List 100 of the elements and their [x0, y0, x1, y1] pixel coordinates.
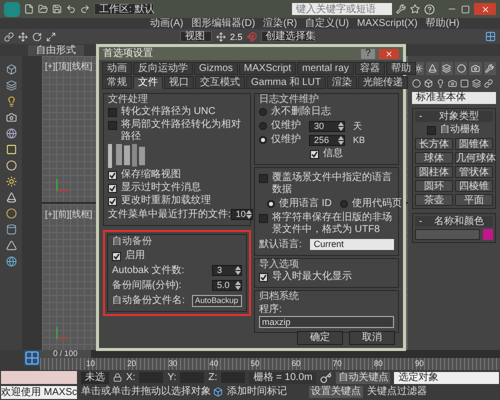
circle-icon[interactable]: [6, 208, 16, 219]
star-icon[interactable]: [410, 4, 420, 14]
close-button[interactable]: [379, 48, 399, 58]
object-button[interactable]: 几何球体: [455, 152, 493, 164]
checkbox[interactable]: [108, 108, 117, 117]
dialog-button[interactable]: 取消: [349, 331, 395, 345]
name-field[interactable]: [415, 229, 480, 240]
close-button[interactable]: [474, 3, 496, 15]
menu-item[interactable]: MAXScript(X): [357, 18, 418, 29]
close-icon[interactable]: [385, 50, 393, 58]
tab[interactable]: Gizmos: [194, 62, 238, 75]
viewport-label[interactable]: [+][前][线框]: [45, 209, 92, 219]
filename-field[interactable]: AutoBackup: [192, 294, 242, 306]
key-icon[interactable]: [320, 372, 332, 384]
checkbox[interactable]: [108, 121, 117, 130]
spinner-field[interactable]: 3: [212, 265, 242, 276]
move-icon[interactable]: [216, 32, 226, 42]
box-icon[interactable]: [6, 64, 16, 75]
scale-icon[interactable]: [46, 32, 56, 42]
object-button[interactable]: 平面: [455, 194, 493, 206]
selection-set-dropdown[interactable]: 创建选择集: [260, 31, 315, 42]
ribbon-tab[interactable]: 自由形式: [28, 45, 84, 56]
viewport-layout-icon[interactable]: [24, 350, 40, 366]
object-button[interactable]: 茶壶: [415, 194, 453, 206]
square-icon[interactable]: [460, 79, 469, 88]
radio-button[interactable]: [259, 136, 267, 144]
checkbox[interactable]: [427, 126, 436, 135]
lightbulb-icon[interactable]: [6, 96, 16, 107]
maxscript-listener-field[interactable]: [1, 371, 77, 384]
undo-icon[interactable]: [66, 4, 76, 14]
redo-icon[interactable]: [80, 4, 90, 14]
camera-icon[interactable]: [469, 62, 482, 75]
menu-item[interactable]: 渲染(R): [263, 18, 298, 29]
tab[interactable]: 光能传递: [358, 76, 408, 89]
box-icon[interactable]: [424, 79, 433, 88]
lock-icon[interactable]: [113, 373, 122, 382]
tab[interactable]: 交互模式: [195, 76, 245, 89]
time-slider[interactable]: 0 / 100: [40, 350, 91, 358]
wrench-icon[interactable]: [396, 4, 406, 14]
language-dropdown[interactable]: Current: [310, 239, 394, 250]
layers-icon[interactable]: [6, 80, 16, 91]
selected-dropdown[interactable]: 选定对象: [394, 372, 499, 384]
program-field[interactable]: maxzip: [259, 316, 394, 328]
layers-icon[interactable]: [440, 62, 453, 75]
tab[interactable]: 视口: [164, 76, 194, 89]
spinner-field[interactable]: 10: [230, 209, 253, 220]
tab[interactable]: 文件: [133, 76, 163, 89]
radio-button[interactable]: [340, 200, 348, 208]
tab[interactable]: 渲染: [327, 76, 358, 89]
move-icon[interactable]: [18, 32, 28, 42]
menu-item[interactable]: 动画(A): [150, 18, 184, 29]
box-icon[interactable]: [213, 387, 223, 398]
maximize-icon[interactable]: [461, 4, 470, 14]
help-icon[interactable]: [424, 4, 435, 14]
circle-icon[interactable]: [412, 79, 421, 88]
workspace-dropdown[interactable]: 工作区: 默认: [94, 3, 154, 15]
object-button[interactable]: 四棱锥: [455, 180, 493, 192]
object-button[interactable]: 圆环: [415, 180, 453, 192]
spinner-arrows-icon[interactable]: [235, 281, 241, 290]
menu-item[interactable]: 帮助(H): [426, 18, 460, 29]
checkbox[interactable]: [108, 184, 117, 193]
checkbox[interactable]: [310, 150, 319, 159]
key-filters-button[interactable]: 关键点过滤器: [367, 386, 427, 398]
snap-label[interactable]: 2.5: [230, 32, 243, 42]
menu-item[interactable]: 自定义(U): [305, 18, 350, 29]
cone-icon[interactable]: [426, 62, 439, 75]
tab[interactable]: 动画: [102, 62, 132, 75]
spinner-field[interactable]: 5.0: [212, 280, 242, 291]
link-icon[interactable]: [4, 32, 14, 42]
camera-icon[interactable]: [6, 112, 16, 123]
sun-icon[interactable]: [6, 176, 16, 187]
grid-icon[interactable]: [485, 31, 496, 42]
rotate-icon[interactable]: [32, 32, 42, 42]
checkbox[interactable]: [259, 273, 268, 282]
set-key-button[interactable]: 设置关键点: [309, 386, 363, 398]
square-icon[interactable]: [6, 144, 16, 155]
tab[interactable]: mental ray: [297, 62, 354, 75]
folder-icon[interactable]: [38, 4, 48, 14]
menu-item[interactable]: 图形编辑器(D): [191, 18, 256, 29]
globe-icon[interactable]: [6, 256, 16, 267]
tab[interactable]: 常规: [102, 76, 132, 89]
radio-button[interactable]: [259, 108, 267, 116]
close-icon[interactable]: [480, 4, 490, 14]
viewport-label[interactable]: [+][顶][线框]: [45, 61, 92, 71]
checkbox[interactable]: [112, 252, 121, 261]
search-field[interactable]: 键入关键字或短语: [292, 3, 392, 15]
object-button[interactable]: 圆锥体: [455, 138, 493, 150]
auto-key-button[interactable]: 自动关键点: [336, 372, 390, 384]
tab[interactable]: 帮助: [386, 62, 416, 75]
radio-button[interactable]: [259, 122, 267, 130]
file-icon[interactable]: [24, 4, 34, 14]
color-swatch[interactable]: [483, 229, 493, 240]
category-dropdown[interactable]: 标准基本体: [412, 92, 496, 104]
circle-icon[interactable]: [454, 62, 468, 75]
object-button[interactable]: 圆柱体: [415, 166, 453, 178]
wrench-icon[interactable]: [484, 62, 496, 75]
add-time-tag-label[interactable]: 添加时间标记: [227, 386, 287, 398]
cylinder-icon[interactable]: [6, 224, 16, 235]
link-icon[interactable]: [484, 79, 493, 88]
help-button[interactable]: ?: [361, 48, 375, 58]
